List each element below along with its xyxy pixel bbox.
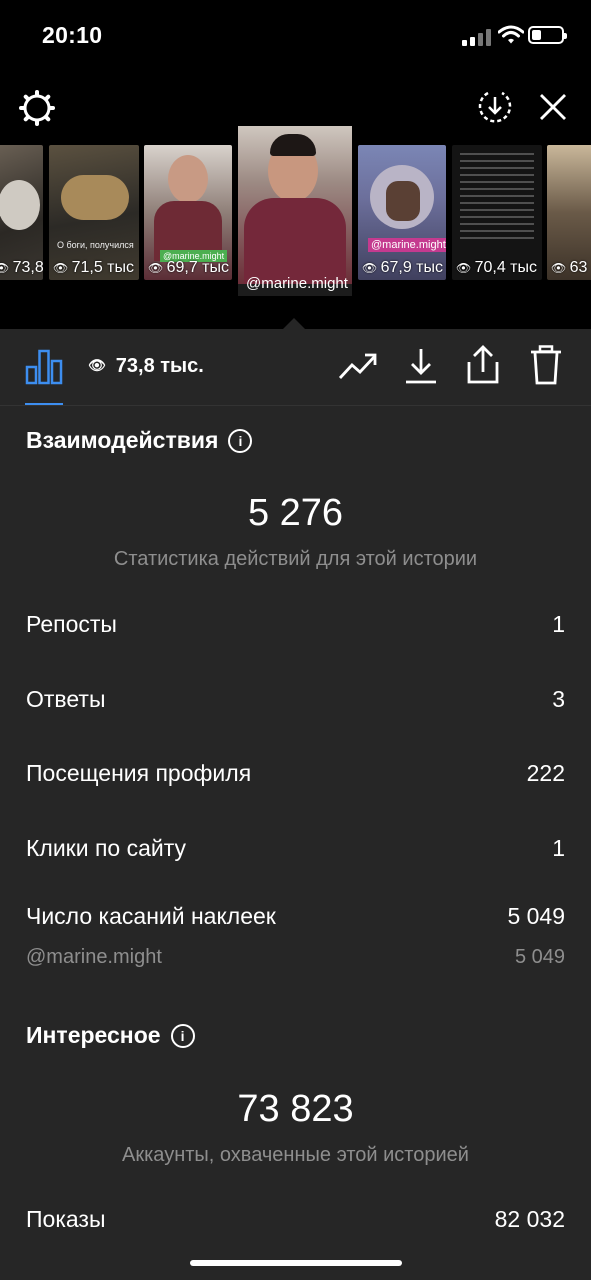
active-tab-indicator <box>25 403 63 405</box>
thumbnail-hair <box>270 134 316 156</box>
thumbnail-text-lines <box>460 153 534 243</box>
status-bar: 20:10 <box>0 0 591 72</box>
story-view-count: 63 <box>551 259 588 277</box>
wifi-icon <box>498 25 524 44</box>
thumbnail-face <box>168 155 208 203</box>
metric-label: Репосты <box>26 611 117 637</box>
info-icon[interactable]: i <box>170 1024 195 1048</box>
story-caption: @marine.might <box>368 238 446 252</box>
signal-icon <box>462 28 492 46</box>
promote-trend-icon[interactable] <box>338 351 378 381</box>
home-indicator[interactable] <box>190 1260 402 1266</box>
views-count[interactable]: 👁 73,8 тыс. <box>88 355 204 378</box>
story-view-count: 71,5 тыс <box>53 259 134 277</box>
metric-label: @marine.might <box>26 946 162 968</box>
metric-value: 5 049 <box>514 946 565 968</box>
discovery-title: Интересное <box>26 1022 161 1048</box>
story-thumbnail[interactable]: О боги, получился 71,5 тыс <box>49 145 139 280</box>
metric-label: Ответы <box>26 686 106 712</box>
metric-label: Посещения профиля <box>26 760 252 786</box>
story-thumbnail[interactable]: 70,4 тыс <box>452 145 542 280</box>
download-circle-icon[interactable] <box>477 89 513 125</box>
selected-story-thumbnail[interactable]: @marine.might <box>238 126 352 296</box>
metric-label: Число касаний наклеек <box>26 903 276 929</box>
info-icon[interactable]: i <box>228 429 253 453</box>
close-icon[interactable] <box>538 92 568 122</box>
eye-icon: 👁 <box>88 357 106 373</box>
insights-panel: 👁 73,8 тыс. Взаимодействия i 5 276 Статист… <box>0 329 591 1280</box>
story-thumbnail[interactable]: @marine.might 69,7 тыс <box>144 145 232 280</box>
story-thumbnail[interactable]: 73,8 тыс <box>0 145 43 280</box>
insights-toolbar: 👁 73,8 тыс. <box>0 329 591 406</box>
thumbnail-bowl <box>0 180 40 230</box>
discovery-section-title: Интересное i <box>26 1022 195 1049</box>
story-thumbnail[interactable]: 63 <box>547 145 591 280</box>
interactions-section-title: Взаимодействия i <box>26 427 253 454</box>
metric-label: Клики по сайту <box>26 835 187 861</box>
discovery-total: 73 823 <box>237 1088 354 1130</box>
thumbnail-food <box>386 181 420 221</box>
story-view-count: 73,8 тыс <box>0 259 43 277</box>
story-view-count: 70,4 тыс <box>456 259 537 277</box>
discovery-subtitle: Аккаунты, охваченные этой историей <box>122 1144 469 1166</box>
story-view-count: 67,9 тыс <box>362 259 443 277</box>
interactions-subtitle: Статистика действий для этой истории <box>113 548 478 570</box>
metric-row-impressions: Показы 82 032 <box>26 1206 565 1233</box>
views-count-label: 73,8 тыс. <box>115 355 204 377</box>
metric-value: 5 049 <box>507 903 565 929</box>
metric-row-website-clicks: Клики по сайту 1 <box>26 835 565 862</box>
interactions-total: 5 276 <box>247 492 344 534</box>
battery-icon <box>528 26 567 44</box>
thumbnail-shirt <box>244 198 346 284</box>
story-thumbnail[interactable]: @marine.might 67,9 тыс <box>358 145 446 280</box>
metric-row-sticker-mention: @marine.might 5 049 <box>26 946 565 969</box>
insights-bar-chart-icon[interactable] <box>25 349 63 385</box>
download-icon[interactable] <box>404 347 438 385</box>
metric-value: 82 032 <box>494 1206 565 1232</box>
trash-icon[interactable] <box>529 345 563 385</box>
metric-row-sticker-taps: Число касаний наклеек 5 049 <box>26 903 565 930</box>
selected-story-label: @marine.might <box>246 275 348 292</box>
share-icon[interactable] <box>466 345 500 385</box>
metric-value: 3 <box>552 686 565 712</box>
metric-label: Показы <box>26 1206 106 1232</box>
metric-value: 1 <box>552 611 565 637</box>
settings-gear-icon[interactable] <box>17 88 57 128</box>
metric-row-replies: Ответы 3 <box>26 686 565 713</box>
metric-value: 222 <box>526 760 565 786</box>
story-caption: О боги, получился <box>57 240 134 250</box>
selection-caret <box>283 318 305 329</box>
interactions-title: Взаимодействия <box>26 427 219 453</box>
metric-row-reposts: Репосты 1 <box>26 611 565 638</box>
thumbnail-food <box>61 175 129 220</box>
story-view-count: 69,7 тыс <box>148 259 229 277</box>
metric-value: 1 <box>552 835 565 861</box>
status-time: 20:10 <box>42 22 103 48</box>
metric-row-profile-visits: Посещения профиля 222 <box>26 760 565 787</box>
